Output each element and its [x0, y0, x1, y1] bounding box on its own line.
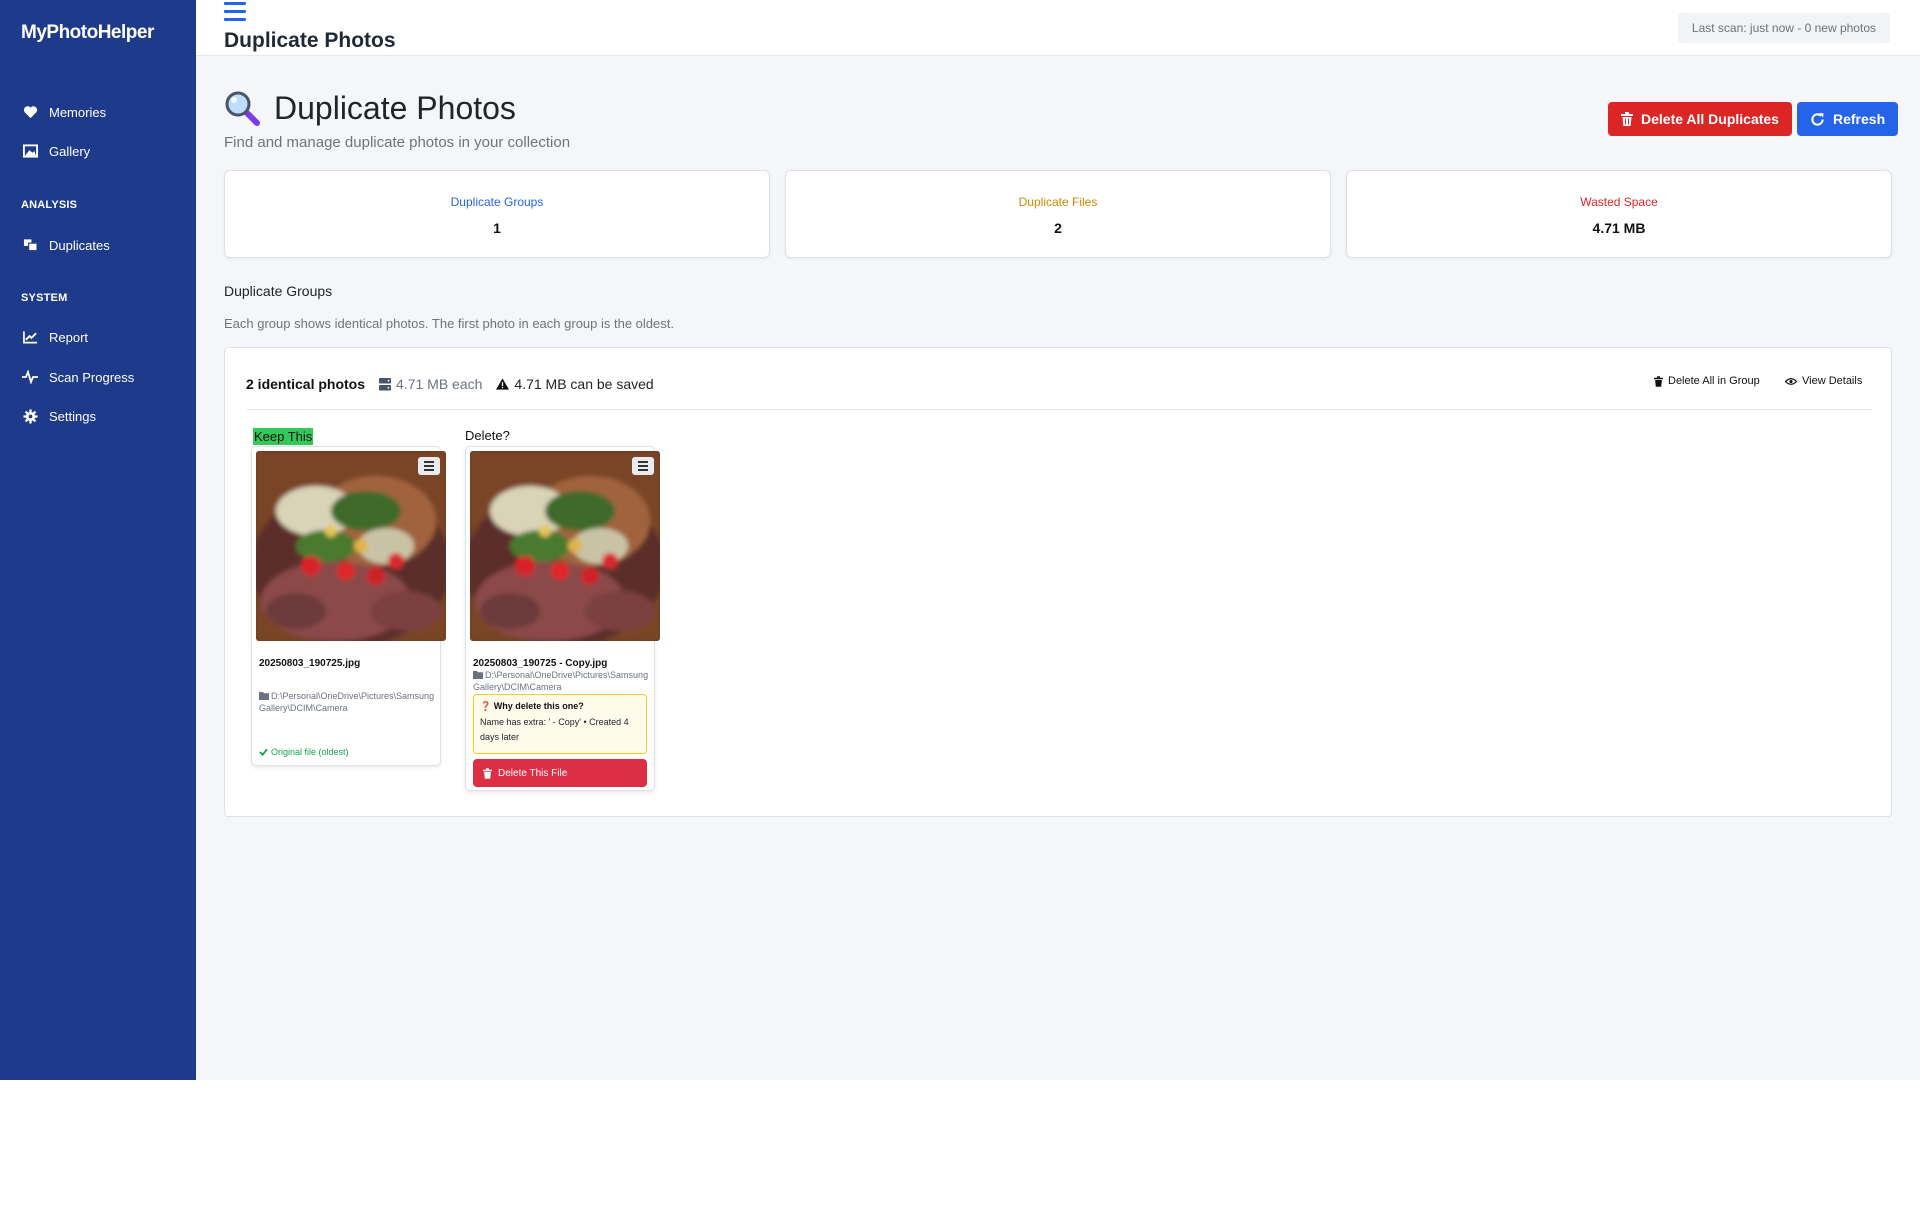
top-bar: Duplicate Photos Last scan: just now - 0… [196, 0, 1920, 56]
page-subtitle: Find and manage duplicate photos in your… [224, 134, 571, 151]
view-details-button[interactable]: View Details [1785, 375, 1862, 387]
sidebar-item-settings[interactable]: Settings [21, 403, 96, 429]
sidebar-item-label: Gallery [49, 143, 91, 159]
photo-thumbnail[interactable] [470, 451, 660, 641]
group-header: 2 identical photos 4.71 MB each 4.71 MB … [246, 376, 654, 392]
sidebar-item-gallery[interactable]: Gallery [21, 138, 90, 164]
pulse-icon [21, 369, 39, 385]
stat-label: Duplicate Files [1018, 195, 1098, 209]
photo-card-duplicate: 20250803_190725 - Copy.jpg D:\Personal\O… [465, 446, 660, 791]
why-delete-box: ❓ Why delete this one? Name has extra: '… [473, 694, 647, 754]
section-title: Duplicate Groups [224, 283, 333, 299]
why-delete-title-text: Why delete this one? [493, 701, 584, 711]
sidebar-item-label: Memories [49, 104, 107, 120]
group-count: 2 identical photos [246, 376, 366, 392]
photo-filename: 20250803_190725.jpg [259, 658, 361, 669]
group-divider [246, 409, 1872, 410]
photo-path: D:\Personal\OneDrive\Pictures\Samsung Ga… [259, 691, 435, 714]
sidebar-item-memories[interactable]: Memories [21, 99, 106, 125]
trash-icon [483, 767, 492, 779]
chart-line-icon [21, 329, 39, 345]
size-each-text: 4.71 MB each [396, 376, 483, 392]
heart-icon [21, 104, 39, 120]
group-size-each: 4.71 MB each [379, 376, 482, 392]
sidebar: MyPhotoHelper Memories Gallery ANALYSIS … [0, 0, 196, 1080]
app-root: MyPhotoHelper Memories Gallery ANALYSIS … [0, 0, 1920, 1080]
savings-text: 4.71 MB can be saved [514, 376, 654, 392]
refresh-icon [1810, 112, 1825, 127]
view-details-label: View Details [1802, 375, 1863, 387]
sidebar-item-label: Duplicates [49, 237, 110, 253]
sidebar-item-label: Report [49, 329, 89, 345]
sidebar-heading-analysis: ANALYSIS [21, 199, 78, 211]
stat-card-duplicate-groups: Duplicate Groups 1 [224, 170, 770, 258]
original-file-note: Original file (oldest) [259, 747, 349, 757]
trash-icon [1654, 375, 1663, 387]
photo-path-text: D:\Personal\OneDrive\Pictures\Samsung Ga… [259, 691, 435, 713]
trash-icon [1621, 112, 1633, 126]
refresh-button[interactable]: Refresh [1797, 102, 1899, 136]
question-icon: ❓ [480, 701, 492, 711]
photo-path-text: D:\Personal\OneDrive\Pictures\Samsung Ga… [473, 670, 649, 692]
brand-logo[interactable]: MyPhotoHelper [21, 22, 154, 44]
delete-all-in-group-button[interactable]: Delete All in Group [1654, 375, 1760, 387]
delete-this-file-button[interactable]: Delete This File [473, 759, 647, 787]
warning-icon [496, 378, 510, 390]
delete-this-file-label: Delete This File [498, 767, 568, 779]
original-note-text: Original file (oldest) [271, 747, 349, 757]
stat-value: 2 [1054, 220, 1062, 236]
stat-label: Wasted Space [1580, 195, 1658, 209]
stat-card-wasted-space: Wasted Space 4.71 MB [1346, 170, 1892, 258]
sidebar-item-report[interactable]: Report [21, 324, 88, 350]
duplicate-group-card: 2 identical photos 4.71 MB each 4.71 MB … [224, 347, 1892, 817]
refresh-label: Refresh [1833, 111, 1886, 127]
page-title-text: Duplicate Photos [274, 90, 516, 126]
sidebar-item-label: Scan Progress [49, 369, 135, 385]
section-description: Each group shows identical photos. The f… [224, 316, 674, 331]
stat-label: Duplicate Groups [450, 195, 544, 209]
delete-question-label: Delete? [465, 428, 510, 443]
photo-menu-icon[interactable] [632, 457, 654, 475]
photo-card-original: 20250803_190725.jpg D:\Personal\OneDrive… [251, 446, 446, 766]
photo-thumbnail[interactable] [256, 451, 446, 641]
delete-all-in-group-label: Delete All in Group [1668, 375, 1760, 387]
why-delete-description: Name has extra: ' - Copy' • Created 4 da… [480, 717, 629, 742]
group-savings: 4.71 MB can be saved [496, 376, 654, 392]
sidebar-item-scan-progress[interactable]: Scan Progress [21, 364, 134, 390]
stat-value: 1 [493, 220, 501, 236]
storage-icon [379, 377, 392, 391]
topbar-title: Duplicate Photos [224, 29, 396, 52]
duplicate-icon [21, 237, 39, 253]
image-icon [21, 143, 39, 159]
check-icon [259, 748, 268, 756]
menu-toggle-icon[interactable] [224, 2, 246, 22]
main-content: Duplicate Photos Last scan: just now - 0… [196, 0, 1920, 1080]
scan-status-badge: Last scan: just now - 0 new photos [1677, 13, 1890, 43]
gear-icon [21, 408, 39, 424]
photo-filename: 20250803_190725 - Copy.jpg [473, 658, 608, 669]
photo-path: D:\Personal\OneDrive\Pictures\Samsung Ga… [473, 670, 649, 693]
sidebar-heading-system: SYSTEM [21, 292, 68, 304]
page-title: Duplicate Photos [224, 90, 516, 127]
eye-icon [1785, 377, 1797, 386]
why-delete-title: ❓ Why delete this one? [480, 701, 640, 712]
magnifier-icon [224, 91, 262, 127]
folder-icon [259, 692, 269, 703]
photo-menu-icon[interactable] [418, 457, 440, 475]
delete-all-label: Delete All Duplicates [1641, 111, 1779, 127]
stat-value: 4.71 MB [1592, 220, 1646, 236]
sidebar-item-label: Settings [49, 408, 96, 424]
sidebar-item-duplicates[interactable]: Duplicates [21, 232, 110, 258]
delete-all-duplicates-button[interactable]: Delete All Duplicates [1608, 102, 1792, 136]
keep-label: Keep This [253, 428, 314, 445]
stat-card-duplicate-files: Duplicate Files 2 [785, 170, 1331, 258]
folder-icon [473, 671, 483, 682]
